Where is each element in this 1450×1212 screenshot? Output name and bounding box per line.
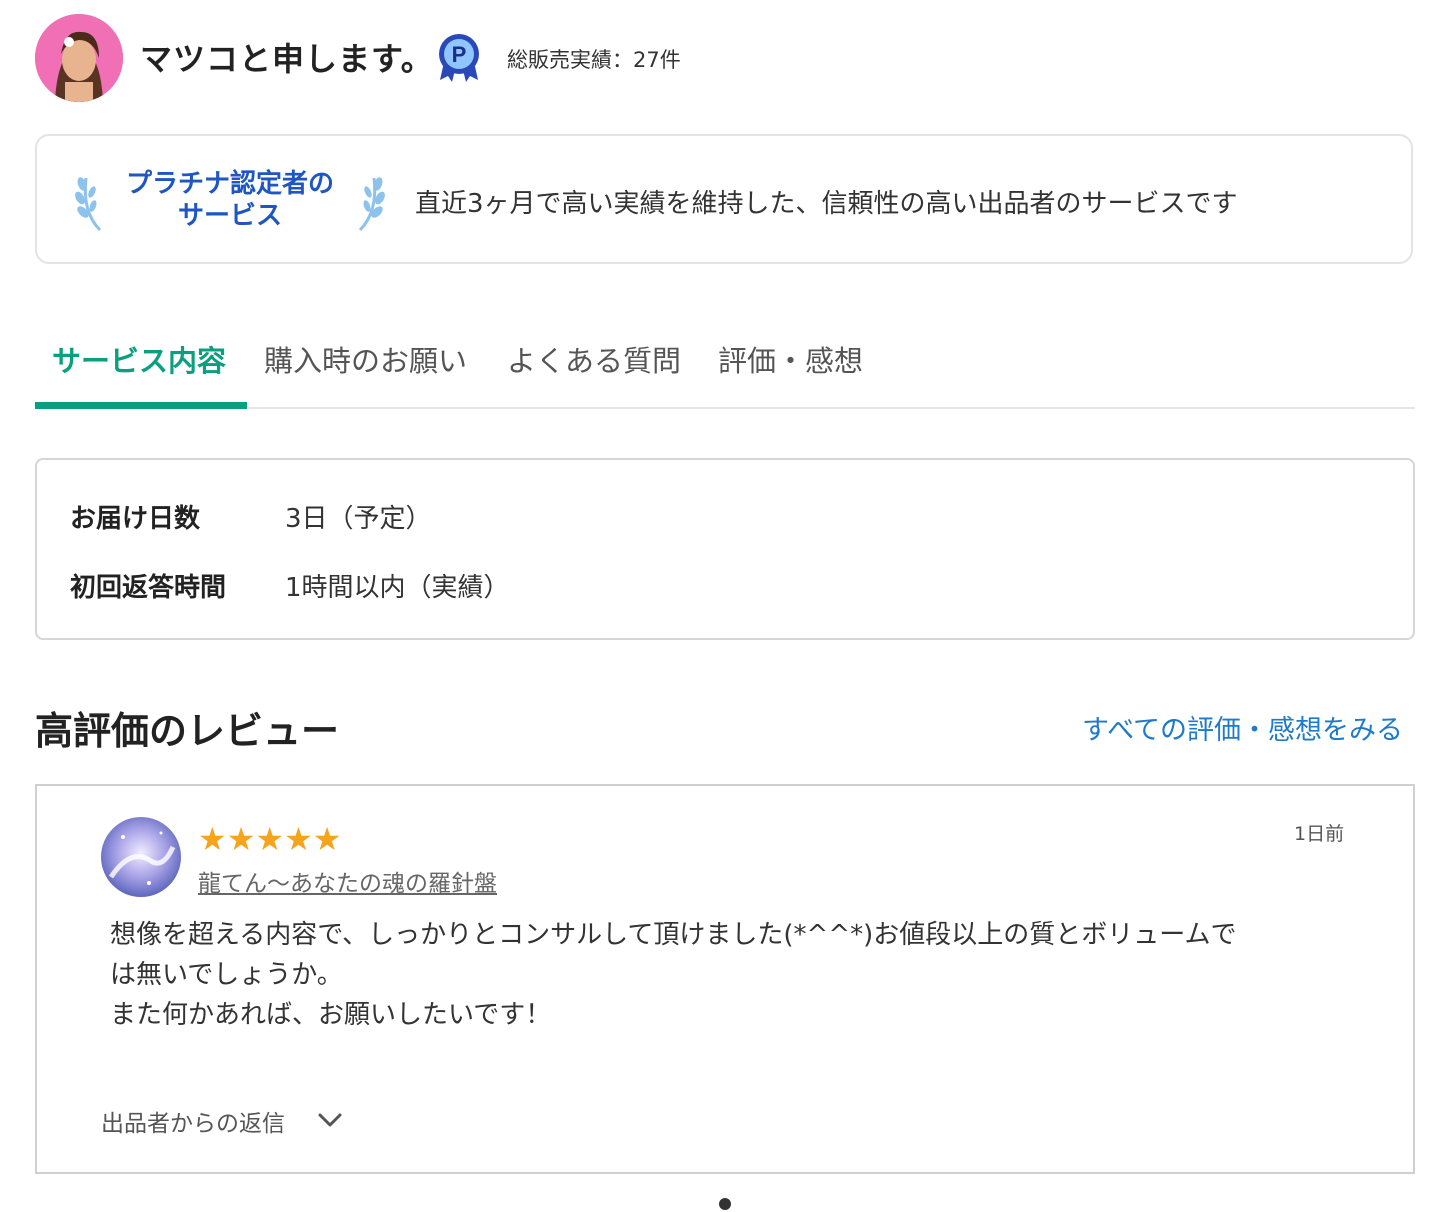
seller-avatar[interactable] <box>35 14 123 102</box>
total-sales: 総販売実績：27件 <box>507 48 681 72</box>
reviews-section-title: 高評価のレビュー <box>35 709 340 753</box>
platinum-badge-icon: P <box>434 32 484 82</box>
delivery-days-value: 3日（予定） <box>285 504 432 534</box>
seller-reply-toggle[interactable]: 出品者からの返信 <box>101 1104 285 1138</box>
laurel-left-icon <box>74 172 106 236</box>
reviewer-name-link[interactable]: 龍てん〜あなたの魂の羅針盤 <box>198 864 497 898</box>
response-time-value: 1時間以内（実績） <box>285 573 510 603</box>
review-text: 想像を超える内容で、しっかりとコンサルして頂けました(*^^*)お値段以上の質と… <box>110 920 1237 1030</box>
tab-purchase-requests[interactable]: 購入時のお願い <box>264 338 467 380</box>
tab-service-content[interactable]: サービス内容 <box>52 338 226 380</box>
carousel-dot-indicator[interactable] <box>719 1198 731 1210</box>
chevron-down-icon[interactable] <box>316 1110 344 1134</box>
laurel-right-icon <box>354 172 386 236</box>
reviewer-avatar[interactable] <box>101 817 181 897</box>
tab-faq[interactable]: よくある質問 <box>507 338 681 380</box>
review-date: 1日前 <box>1294 823 1345 845</box>
response-time-label: 初回返答時間 <box>70 573 227 603</box>
delivery-days-label: お届け日数 <box>70 504 201 534</box>
badge-letter: P <box>452 42 467 67</box>
review-rating-stars: ★★★★★ <box>198 820 342 858</box>
platinum-description: 直近3ヶ月で高い実績を維持した、信頼性の高い出品者のサービスです <box>415 189 1238 219</box>
see-all-reviews-link[interactable]: すべての評価・感想をみる <box>1082 708 1403 747</box>
seller-name[interactable]: マツコと申します。 <box>140 34 434 80</box>
platinum-title: プラチナ認定者の サービス <box>125 169 334 231</box>
tab-reviews[interactable]: 評価・感想 <box>718 338 863 380</box>
active-tab-indicator <box>35 402 247 409</box>
service-info-box <box>35 458 1415 640</box>
